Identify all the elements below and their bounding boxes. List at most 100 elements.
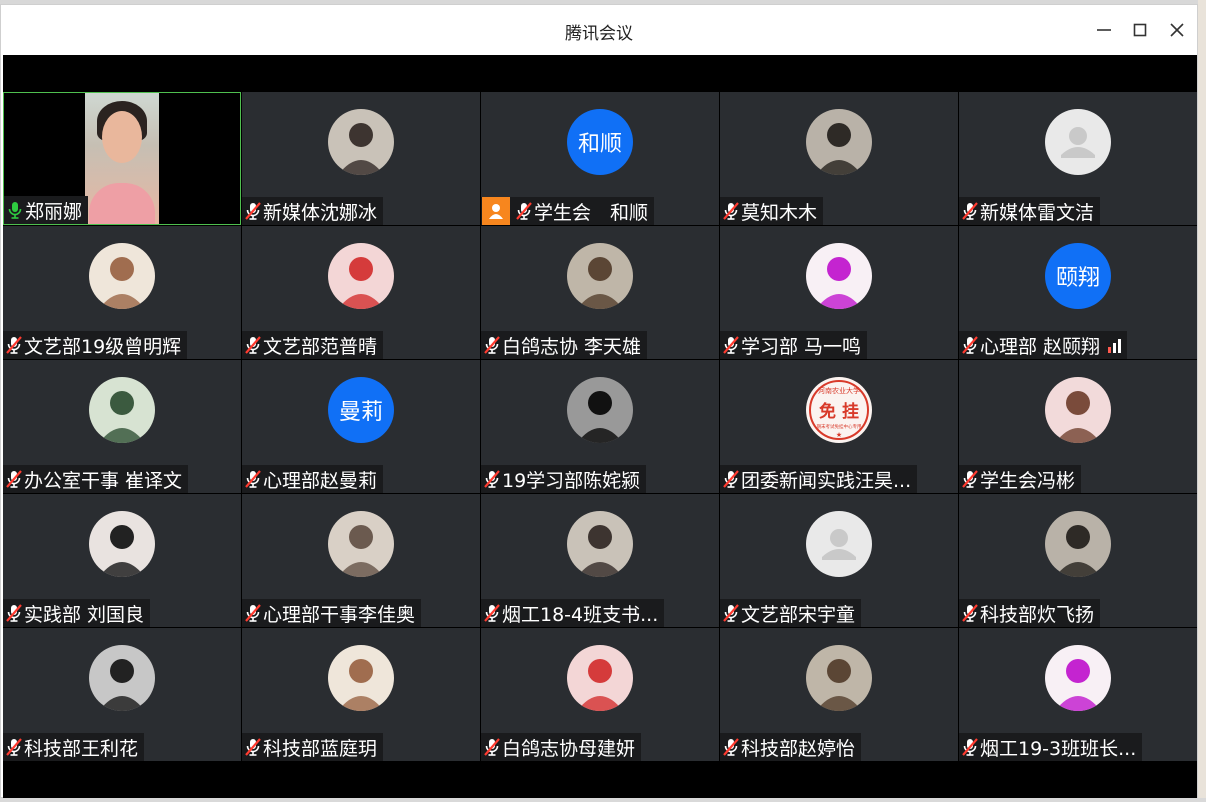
participant-name: 白鸽志协 李天雄: [502, 335, 642, 358]
participant-name-label: 团委新闻实践汪昊...: [720, 465, 918, 493]
participant-tile[interactable]: 科技部蓝庭玥: [242, 628, 480, 761]
participant-tile[interactable]: 河南农业大学免 挂期末考试免挂中心专用 ★ 团委新闻实践汪昊...: [720, 360, 958, 493]
microphone-muted-icon: [243, 602, 263, 624]
participant-name: 19学习部陈姹颍: [502, 469, 641, 492]
avatar: [806, 645, 872, 711]
svg-text:免 挂: 免 挂: [819, 401, 859, 422]
participant-name-label: 学生会冯彬: [959, 465, 1082, 493]
participant-tile[interactable]: 郑丽娜: [3, 92, 241, 225]
participant-name-label: 科技部蓝庭玥: [242, 733, 384, 761]
microphone-icon: [5, 199, 25, 221]
participant-name: 科技部炊飞扬: [980, 603, 1095, 626]
participant-tile[interactable]: 文艺部19级曾明辉: [3, 226, 241, 359]
avatar: [89, 377, 155, 443]
microphone-muted-icon: [960, 334, 980, 356]
avatar: [328, 243, 394, 309]
avatar: [806, 109, 872, 175]
minimize-button[interactable]: [1089, 15, 1119, 45]
text-avatar: 曼莉: [328, 377, 394, 443]
microphone-muted-icon: [243, 468, 263, 490]
participant-name: 郑丽娜: [25, 200, 83, 223]
avatar: [1045, 377, 1111, 443]
participant-name: 白鸽志协母建妍: [502, 737, 636, 760]
participant-name: 办公室干事 崔译文: [24, 469, 183, 492]
participant-name: 烟工19-3班班长...: [980, 737, 1137, 760]
participant-tile[interactable]: 曼莉心理部赵曼莉: [242, 360, 480, 493]
participant-name-label: 文艺部范普晴: [242, 331, 384, 359]
microphone-muted-icon: [243, 736, 263, 758]
participant-name-label: 学习部 马一鸣: [720, 331, 868, 359]
microphone-muted-icon: [4, 736, 24, 758]
video-person-body: [89, 183, 155, 224]
participant-tile[interactable]: 新媒体沈娜冰: [242, 92, 480, 225]
participant-name-label: 实践部 刘国良: [3, 599, 151, 627]
avatar: [89, 645, 155, 711]
participant-tile[interactable]: 文艺部宋宇童: [720, 494, 958, 627]
participant-name: 学习部 马一鸣: [741, 335, 862, 358]
avatar: [328, 645, 394, 711]
avatar: [328, 109, 394, 175]
participant-name-label: 19学习部陈姹颍: [481, 465, 647, 493]
participant-tile[interactable]: 烟工19-3班班长...: [959, 628, 1197, 761]
window-title: 腾讯会议: [565, 24, 633, 44]
participant-tile[interactable]: 白鸽志协母建妍: [481, 628, 719, 761]
avatar: [328, 511, 394, 577]
participant-name-label: 科技部赵婷怡: [720, 733, 862, 761]
participant-name-label: 学生会 和顺: [481, 197, 655, 225]
participant-tile[interactable]: 莫知木木: [720, 92, 958, 225]
microphone-muted-icon: [4, 468, 24, 490]
participant-name: 心理部干事李佳奥: [263, 603, 416, 626]
participant-tile[interactable]: 19学习部陈姹颍: [481, 360, 719, 493]
participant-tile[interactable]: 心理部干事李佳奥: [242, 494, 480, 627]
participant-tile[interactable]: 新媒体雷文洁: [959, 92, 1197, 225]
participant-tile[interactable]: 科技部王利花: [3, 628, 241, 761]
participant-name-label: 办公室干事 崔译文: [3, 465, 189, 493]
participant-tile[interactable]: 烟工18-4班支书...: [481, 494, 719, 627]
participant-tile[interactable]: 科技部赵婷怡: [720, 628, 958, 761]
svg-text:★: ★: [836, 431, 842, 439]
svg-text:河南农业大学: 河南农业大学: [818, 386, 860, 395]
title-bar[interactable]: 腾讯会议: [1, 5, 1197, 55]
participant-name: 实践部 刘国良: [24, 603, 145, 626]
avatar: [1045, 645, 1111, 711]
participant-name: 新媒体沈娜冰: [263, 201, 378, 224]
avatar: [806, 243, 872, 309]
participant-name-label: 郑丽娜: [4, 196, 89, 224]
participant-tile[interactable]: 学生会冯彬: [959, 360, 1197, 493]
stamp-avatar: 河南农业大学免 挂期末考试免挂中心专用 ★: [806, 377, 872, 443]
participant-tile[interactable]: 颐翔 心理部 赵颐翔: [959, 226, 1197, 359]
participant-name-label: 心理部赵曼莉: [242, 465, 384, 493]
participant-tile[interactable]: 实践部 刘国良: [3, 494, 241, 627]
participant-tile[interactable]: 学习部 马一鸣: [720, 226, 958, 359]
text-avatar: 和顺: [567, 109, 633, 175]
close-icon: [1170, 23, 1184, 37]
microphone-muted-icon: [721, 200, 741, 222]
microphone-muted-icon: [721, 334, 741, 356]
desktop-strip-right: [1198, 0, 1206, 802]
participant-name: 心理部 赵颐翔: [980, 335, 1101, 358]
close-button[interactable]: [1162, 15, 1192, 45]
participant-name-label: 烟工18-4班支书...: [481, 599, 665, 627]
participant-name: 新媒体雷文洁: [980, 201, 1095, 224]
microphone-muted-icon: [4, 334, 24, 356]
microphone-muted-icon: [482, 334, 502, 356]
participant-name-label: 烟工19-3班班长...: [959, 733, 1143, 761]
microphone-muted-icon: [482, 602, 502, 624]
participant-name: 科技部蓝庭玥: [263, 737, 378, 760]
video-area-top-margin: [3, 55, 1197, 92]
maximize-button[interactable]: [1125, 15, 1155, 45]
participant-tile[interactable]: 办公室干事 崔译文: [3, 360, 241, 493]
participant-name: 文艺部19级曾明辉: [24, 335, 182, 358]
participant-tile[interactable]: 白鸽志协 李天雄: [481, 226, 719, 359]
participant-name: 科技部王利花: [24, 737, 139, 760]
default-avatar-icon: [806, 511, 872, 577]
signal-strength-icon: [1108, 337, 1122, 353]
desktop-strip-bottom: [0, 798, 1206, 802]
participant-tile[interactable]: 科技部炊飞扬: [959, 494, 1197, 627]
participant-name: 心理部赵曼莉: [263, 469, 378, 492]
participant-tile[interactable]: 和顺学生会 和顺: [481, 92, 719, 225]
participant-tile[interactable]: 文艺部范普晴: [242, 226, 480, 359]
participant-name-label: 文艺部宋宇童: [720, 599, 862, 627]
participant-name: 团委新闻实践汪昊...: [741, 469, 912, 492]
participant-name-label: 文艺部19级曾明辉: [3, 331, 188, 359]
